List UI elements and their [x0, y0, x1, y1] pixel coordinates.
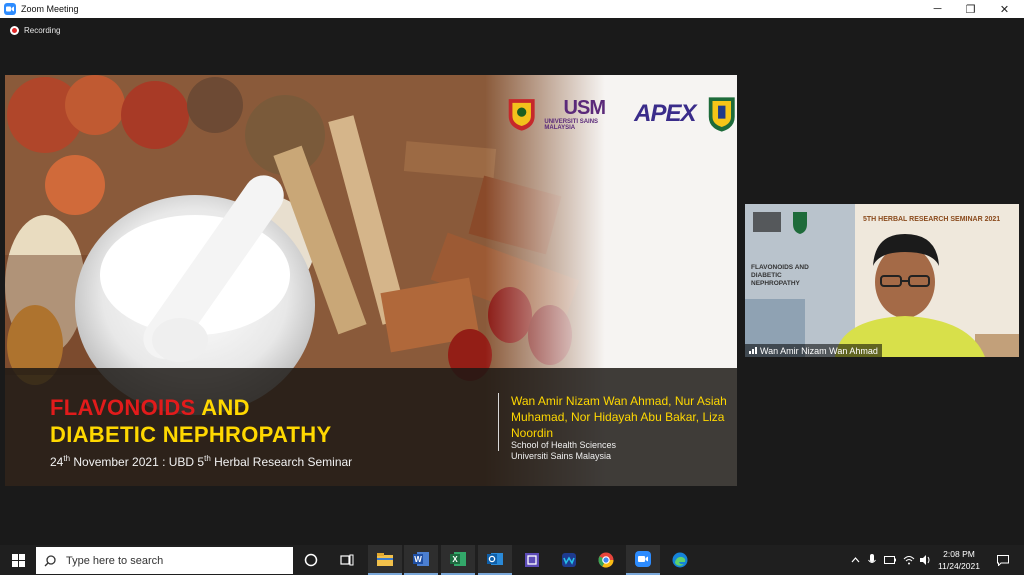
microphone-tray-button[interactable]	[863, 545, 881, 575]
taskbar-clock[interactable]: 2:08 PM 11/24/2021	[934, 548, 984, 572]
battery-tray-button[interactable]	[881, 545, 899, 575]
edge-button[interactable]	[663, 545, 697, 575]
window-titlebar: Zoom Meeting ─ ❐ ✕	[0, 0, 1024, 18]
cortana-button[interactable]	[294, 545, 328, 575]
word-button[interactable]: W	[404, 545, 438, 575]
search-placeholder: Type here to search	[66, 554, 164, 567]
task-view-button[interactable]	[330, 545, 364, 575]
slide-affiliation: School of Health Sciences Universiti Sai…	[511, 440, 616, 462]
wifi-icon	[903, 556, 915, 565]
app-icon	[525, 553, 539, 567]
participant-video[interactable]: 5TH HERBAL RESEARCH SEMINAR 2021 FLAVONO…	[745, 204, 1019, 357]
excel-button[interactable]: X	[441, 545, 475, 575]
seminar-rest: Herbal Research Seminar	[210, 455, 353, 469]
recording-icon	[10, 26, 19, 35]
outlook-button[interactable]	[478, 545, 512, 575]
windows-taskbar: Type here to search W X 2:08 PM 11/24/20…	[0, 545, 1024, 575]
university-name: Universiti Sains Malaysia	[511, 451, 612, 461]
video-mini-title: FLAVONOIDS AND DIABETIC NEPHROPATHY	[751, 264, 809, 287]
recording-indicator[interactable]: Recording	[10, 26, 60, 35]
meeting-area: Recording USM UNIVERSITI SAINS MALAYSIA …	[0, 18, 1024, 545]
slide-title-and: AND	[195, 395, 250, 420]
notifications-button[interactable]	[992, 545, 1014, 575]
slide-authors: Wan Amir Nizam Wan Ahmad, Nur Asiah Muha…	[511, 394, 727, 440]
volume-tray-button[interactable]	[917, 545, 935, 575]
clock-time: 2:08 PM	[943, 549, 975, 559]
edge-icon	[672, 552, 688, 568]
start-button[interactable]	[0, 545, 36, 575]
participant-name-bar: Wan Amir Nizam Wan Ahmad	[745, 344, 882, 357]
svg-text:X: X	[452, 555, 458, 564]
webex-icon	[562, 553, 576, 567]
apex-logo: APEX	[634, 100, 696, 127]
recording-label: Recording	[24, 26, 61, 35]
speaker-icon	[920, 555, 930, 565]
webex-button[interactable]	[552, 545, 586, 575]
search-icon	[44, 554, 56, 566]
shared-screen-slide: USM UNIVERSITI SAINS MALAYSIA APEX FLAVO…	[5, 75, 737, 486]
seminar-suffix: th	[204, 454, 211, 463]
logos: USM UNIVERSITI SAINS MALAYSIA APEX	[505, 93, 737, 135]
show-hidden-icons-button[interactable]	[846, 545, 864, 575]
clock-date: 11/24/2021	[938, 561, 980, 571]
video-banner: 5TH HERBAL RESEARCH SEMINAR 2021	[863, 216, 1001, 223]
battery-icon	[884, 556, 896, 564]
participant-name: Wan Amir Nizam Wan Ahmad	[760, 345, 878, 356]
outlook-icon	[487, 553, 503, 565]
app-button[interactable]	[515, 545, 549, 575]
windows-logo-icon	[11, 553, 25, 567]
task-view-icon	[340, 554, 354, 566]
date-rest: November 2021 : UBD 5	[70, 455, 205, 469]
window-title: Zoom Meeting	[21, 4, 79, 14]
audio-level-icon	[749, 347, 757, 354]
slide-subtitle: 24th November 2021 : UBD 5th Herbal Rese…	[50, 454, 352, 469]
folder-icon	[377, 552, 393, 566]
zoom-icon	[635, 551, 651, 567]
slide-title-line1: FLAVONOIDS AND	[50, 395, 250, 421]
chrome-icon	[598, 552, 614, 568]
usm-logo-text: USM	[563, 97, 606, 119]
taskbar-search-box[interactable]: Type here to search	[36, 547, 293, 574]
word-icon: W	[413, 552, 429, 566]
excel-icon: X	[450, 552, 466, 566]
divider	[498, 393, 499, 451]
chevron-up-icon	[851, 557, 859, 563]
notification-icon	[997, 554, 1009, 566]
zoom-taskbar-button[interactable]	[626, 545, 660, 575]
close-button[interactable]: ✕	[988, 0, 1021, 18]
svg-text:W: W	[414, 555, 422, 564]
date-day: 24	[50, 455, 64, 469]
slide-title-flavonoids: FLAVONOIDS	[50, 395, 196, 420]
school-name: School of Health Sciences	[511, 440, 617, 450]
restore-button[interactable]: ❐	[954, 0, 987, 18]
usm-logo-subtext: UNIVERSITI SAINS MALAYSIA	[544, 119, 599, 131]
minimize-button[interactable]: ─	[921, 0, 954, 18]
slide-title-line2: DIABETIC NEPHROPATHY	[50, 422, 332, 447]
crest-logo-icon	[508, 99, 535, 131]
zoom-app-icon	[4, 3, 16, 15]
wifi-tray-button[interactable]	[900, 545, 918, 575]
chrome-button[interactable]	[589, 545, 623, 575]
usm-logo: USM UNIVERSITI SAINS MALAYSIA	[544, 97, 624, 131]
shield-logo-icon	[708, 97, 735, 132]
file-explorer-button[interactable]	[368, 545, 402, 575]
cortana-icon	[304, 553, 318, 567]
microphone-icon	[868, 554, 876, 563]
